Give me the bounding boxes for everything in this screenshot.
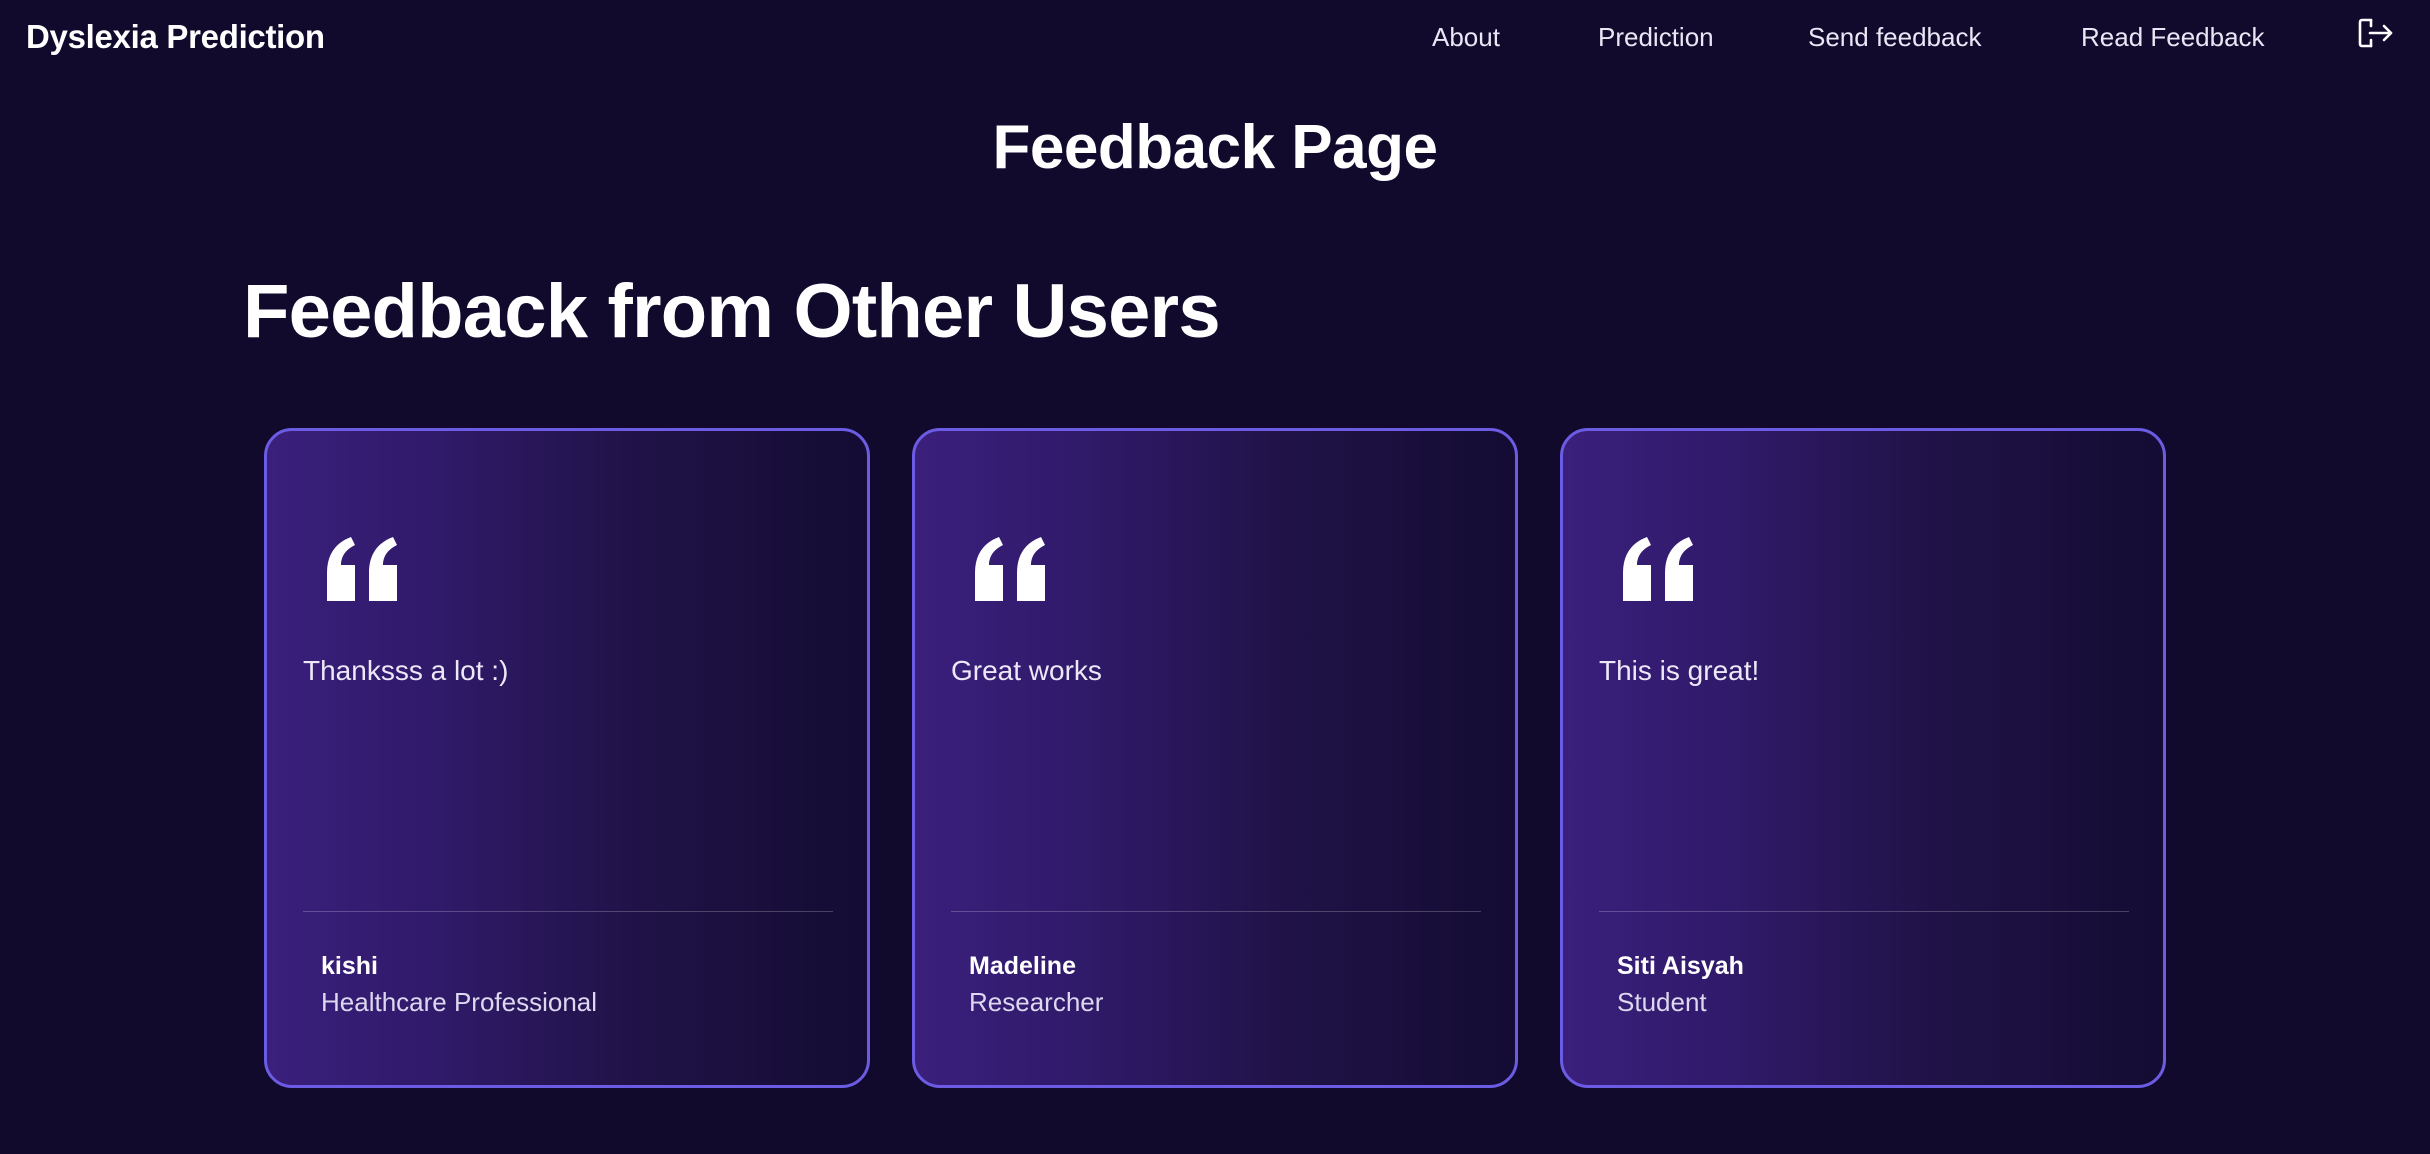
quote-icon (971, 535, 1051, 605)
feedback-text: Thanksss a lot :) (303, 655, 509, 686)
feedback-card: This is great! Siti Aisyah Student (1560, 428, 2166, 1088)
feedback-role: Healthcare Professional (321, 987, 598, 1017)
feedback-author: Madeline (969, 952, 1076, 980)
navbar: Dyslexia Prediction About Prediction Sen… (0, 0, 2430, 76)
feedback-role: Student (1617, 987, 1707, 1017)
section-title: Feedback from Other Users (243, 269, 1221, 354)
feedback-author: kishi (321, 952, 378, 980)
feedback-text: Great works (951, 655, 1102, 686)
card-divider (951, 911, 1481, 912)
brand-title[interactable]: Dyslexia Prediction (26, 16, 325, 58)
nav-link-prediction[interactable]: Prediction (1598, 20, 1714, 54)
quote-icon (323, 535, 403, 605)
nav-link-send-feedback[interactable]: Send feedback (1808, 20, 1981, 54)
feedback-author: Siti Aisyah (1617, 952, 1744, 980)
quote-icon (1619, 535, 1699, 605)
card-divider (303, 911, 833, 912)
feedback-page: Dyslexia Prediction About Prediction Sen… (0, 0, 2430, 1154)
feedback-card: Great works Madeline Researcher (912, 428, 1518, 1088)
feedback-card: Thanksss a lot :) kishi Healthcare Profe… (264, 428, 870, 1088)
feedback-role: Researcher (969, 987, 1104, 1017)
nav-link-about[interactable]: About (1432, 20, 1500, 54)
card-divider (1599, 911, 2129, 912)
page-title: Feedback Page (992, 113, 1438, 182)
feedback-text: This is great! (1599, 655, 1760, 686)
nav-link-read-feedback[interactable]: Read Feedback (2081, 20, 2265, 54)
logout-icon[interactable] (2357, 16, 2395, 50)
